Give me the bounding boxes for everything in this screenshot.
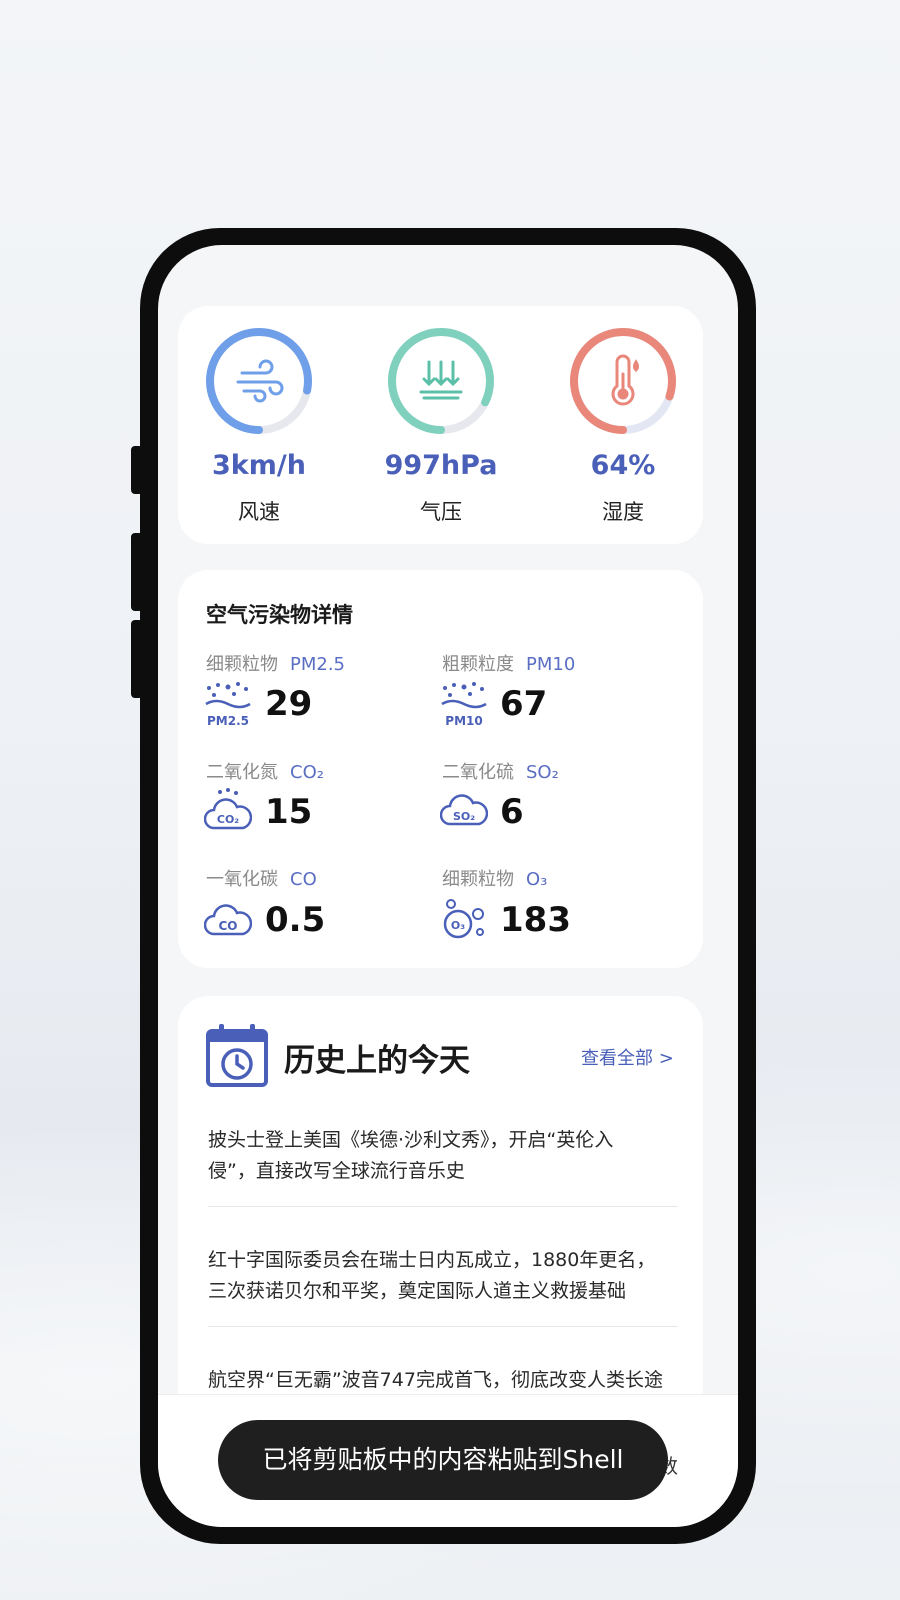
so2-icon: SO₂ bbox=[440, 794, 488, 826]
calendar-history-icon bbox=[206, 1024, 268, 1087]
pollutant-name-co2: 二氧化氮 CO₂ bbox=[206, 762, 324, 783]
pollutants-title: 空气污染物详情 bbox=[206, 603, 353, 627]
thermometer-icon bbox=[611, 354, 639, 406]
svg-text:SO₂: SO₂ bbox=[453, 810, 475, 823]
pollutant-name-co: 一氧化碳 CO bbox=[206, 869, 317, 890]
divider bbox=[208, 1326, 678, 1327]
svg-text:PM2.5: PM2.5 bbox=[207, 714, 249, 728]
divider bbox=[208, 1206, 678, 1207]
view-all-link[interactable]: 查看全部 > bbox=[581, 1044, 674, 1070]
co-icon: CO bbox=[204, 904, 252, 936]
history-item[interactable]: 红十字国际委员会在瑞士日内瓦成立，1880年更名， 三次获诺贝尔和平奖，奠定国际… bbox=[208, 1245, 678, 1307]
pressure-icon bbox=[419, 360, 463, 400]
pressure-gauge bbox=[388, 328, 494, 434]
wind-speed-value: 3km/h bbox=[212, 450, 306, 481]
pollutant-value-so2: 6 bbox=[500, 792, 524, 832]
pm25-icon: PM2.5 bbox=[205, 682, 251, 728]
co2-icon: CO₂ bbox=[204, 788, 252, 830]
pressure-label: 气压 bbox=[420, 500, 462, 524]
svg-text:O₃: O₃ bbox=[451, 919, 465, 932]
pollutant-name-so2: 二氧化硫 SO₂ bbox=[442, 762, 559, 783]
pm10-icon: PM10 bbox=[441, 682, 487, 728]
clipboard-toast: 已将剪贴板中的内容粘贴到Shell bbox=[218, 1420, 668, 1500]
pressure-value: 997hPa bbox=[384, 450, 498, 481]
history-title: 历史上的今天 bbox=[284, 1043, 470, 1079]
humidity-label: 湿度 bbox=[602, 500, 644, 524]
wind-speed-label: 风速 bbox=[238, 500, 280, 524]
pollutant-value-co2: 15 bbox=[265, 792, 313, 832]
pollutant-value-pm10: 67 bbox=[500, 684, 548, 724]
pollutant-name-pm10: 粗颗粒度 PM10 bbox=[442, 654, 576, 675]
svg-text:PM10: PM10 bbox=[445, 714, 482, 728]
o3-icon: O₃ bbox=[443, 899, 484, 939]
pollutant-name-o3: 细颗粒物 O₃ bbox=[442, 869, 548, 890]
wind-icon bbox=[236, 359, 284, 403]
history-item[interactable]: 航空界“巨无霸”波音747完成首飞，彻底改变人类长途 bbox=[208, 1365, 678, 1395]
pollutant-name-pm25: 细颗粒物 PM2.5 bbox=[206, 654, 346, 675]
history-item[interactable]: 披头士登上美国《埃德·沙利文秀》，开启“英伦入 侵”，直接改写全球流行音乐史 bbox=[208, 1125, 678, 1187]
pollutant-value-pm25: 29 bbox=[265, 684, 313, 724]
svg-text:CO: CO bbox=[218, 919, 237, 933]
pollutant-value-co: 0.5 bbox=[265, 900, 326, 940]
wind-gauge bbox=[206, 328, 312, 434]
svg-text:CO₂: CO₂ bbox=[217, 813, 239, 826]
humidity-gauge bbox=[570, 328, 676, 434]
pollutant-value-o3: 183 bbox=[500, 900, 571, 940]
humidity-value: 64% bbox=[590, 450, 656, 481]
